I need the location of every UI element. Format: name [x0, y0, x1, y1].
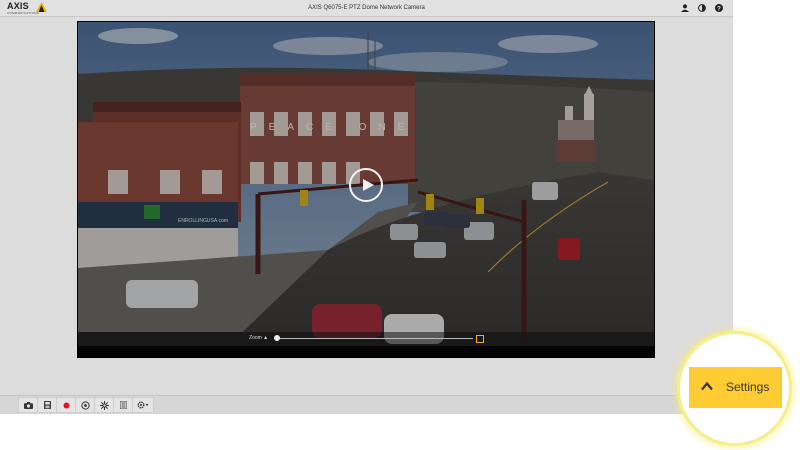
- toolbar-icons: ?: [680, 3, 724, 13]
- video-control-bar: Zoom ▲: [78, 332, 654, 346]
- live-video-view[interactable]: PEACE ONE ENROLLINGUSA.com Zoom ▲: [77, 21, 655, 358]
- video-bottom-strip: [78, 346, 654, 357]
- contrast-icon[interactable]: [697, 3, 707, 13]
- bottom-toolbar: [0, 395, 733, 414]
- list-button[interactable]: [114, 398, 133, 412]
- user-icon[interactable]: [680, 3, 690, 13]
- zoom-slider-handle[interactable]: [274, 335, 280, 341]
- fit-view-icon[interactable]: [476, 335, 484, 343]
- snapshot-button[interactable]: [19, 398, 38, 412]
- top-bar: AXIS COMMUNICATIONS AXIS Q6075-E PTZ Dom…: [0, 0, 733, 17]
- ptz-button[interactable]: [76, 398, 95, 412]
- svg-text:?: ?: [717, 6, 721, 12]
- camera-app-window: AXIS COMMUNICATIONS AXIS Q6075-E PTZ Dom…: [0, 0, 733, 414]
- list-icon: [119, 401, 127, 409]
- camera-icon: [23, 401, 33, 409]
- settings-button[interactable]: Settings: [689, 367, 782, 408]
- ptz-icon: [80, 400, 90, 410]
- zoom-slider[interactable]: [277, 338, 473, 339]
- bottom-toolbar-buttons: [18, 397, 154, 413]
- help-icon[interactable]: ?: [714, 3, 724, 13]
- chevron-up-icon: [701, 381, 713, 391]
- zoom-label: Zoom ▲: [249, 335, 269, 341]
- focus-button[interactable]: [95, 398, 114, 412]
- record-button[interactable]: [57, 398, 76, 412]
- save-icon: [43, 401, 51, 409]
- window-title: AXIS Q6075-E PTZ Dome Network Camera: [308, 5, 425, 11]
- play-icon: [363, 179, 374, 191]
- record-icon: [63, 402, 69, 408]
- settings-label: Settings: [726, 380, 770, 394]
- play-button[interactable]: [349, 168, 383, 202]
- save-button[interactable]: [38, 398, 57, 412]
- focus-icon: [99, 400, 109, 410]
- settings-gear-icon: [137, 401, 149, 409]
- settings-dropdown-button[interactable]: [133, 398, 153, 412]
